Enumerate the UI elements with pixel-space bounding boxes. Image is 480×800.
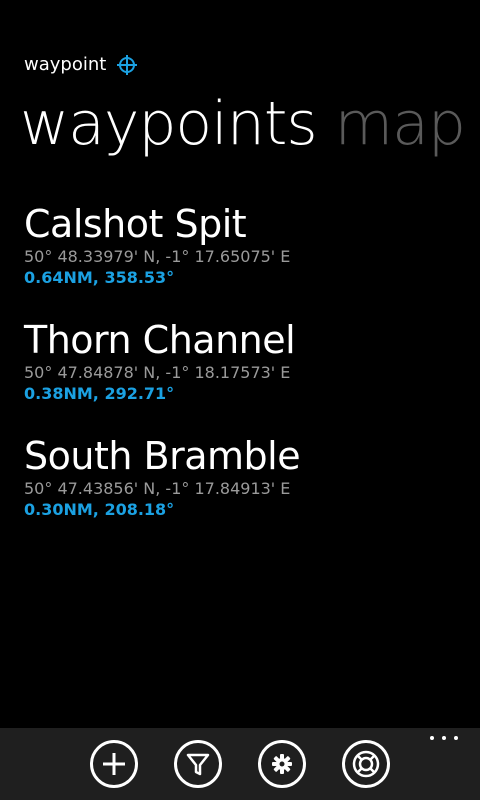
waypoint-list: Calshot Spit 50° 48.33979' N, -1° 17.650… bbox=[24, 200, 464, 548]
lifebuoy-icon bbox=[352, 750, 380, 778]
filter-button[interactable] bbox=[174, 740, 222, 788]
waypoint-coordinates: 50° 47.84878' N, -1° 18.17573' E bbox=[24, 363, 291, 382]
waypoint-item[interactable]: South Bramble 50° 47.43856' N, -1° 17.84… bbox=[24, 432, 464, 548]
waypoint-item[interactable]: Thorn Channel 50° 47.84878' N, -1° 18.17… bbox=[24, 316, 464, 432]
waypoint-item[interactable]: Calshot Spit 50° 48.33979' N, -1° 17.650… bbox=[24, 200, 464, 316]
app-title: waypoint bbox=[24, 54, 107, 75]
more-dot bbox=[430, 736, 434, 740]
waypoint-distance-bearing: 0.30NM, 208.18° bbox=[24, 500, 175, 519]
filter-icon bbox=[186, 753, 210, 776]
settings-button[interactable] bbox=[258, 740, 306, 788]
waypoint-name: South Bramble bbox=[24, 434, 301, 478]
more-options-icon[interactable] bbox=[430, 736, 458, 746]
add-icon bbox=[103, 753, 125, 775]
pivot-tab-waypoints[interactable]: waypoints bbox=[20, 89, 318, 159]
help-button[interactable] bbox=[342, 740, 390, 788]
waypoint-coordinates: 50° 48.33979' N, -1° 17.65075' E bbox=[24, 247, 291, 266]
pivot-header: waypoints map bbox=[20, 88, 466, 160]
crosshair-icon bbox=[116, 54, 138, 76]
settings-icon bbox=[272, 754, 292, 774]
pivot-tab-map[interactable]: map bbox=[335, 89, 466, 159]
more-dot bbox=[454, 736, 458, 740]
add-button[interactable] bbox=[90, 740, 138, 788]
waypoint-distance-bearing: 0.38NM, 292.71° bbox=[24, 384, 175, 403]
more-dot bbox=[442, 736, 446, 740]
waypoint-name: Calshot Spit bbox=[24, 202, 247, 246]
waypoint-name: Thorn Channel bbox=[24, 318, 296, 362]
app-header: waypoint bbox=[24, 52, 138, 78]
waypoint-distance-bearing: 0.64NM, 358.53° bbox=[24, 268, 175, 287]
app-bar bbox=[0, 728, 480, 800]
waypoint-coordinates: 50° 47.43856' N, -1° 17.84913' E bbox=[24, 479, 291, 498]
